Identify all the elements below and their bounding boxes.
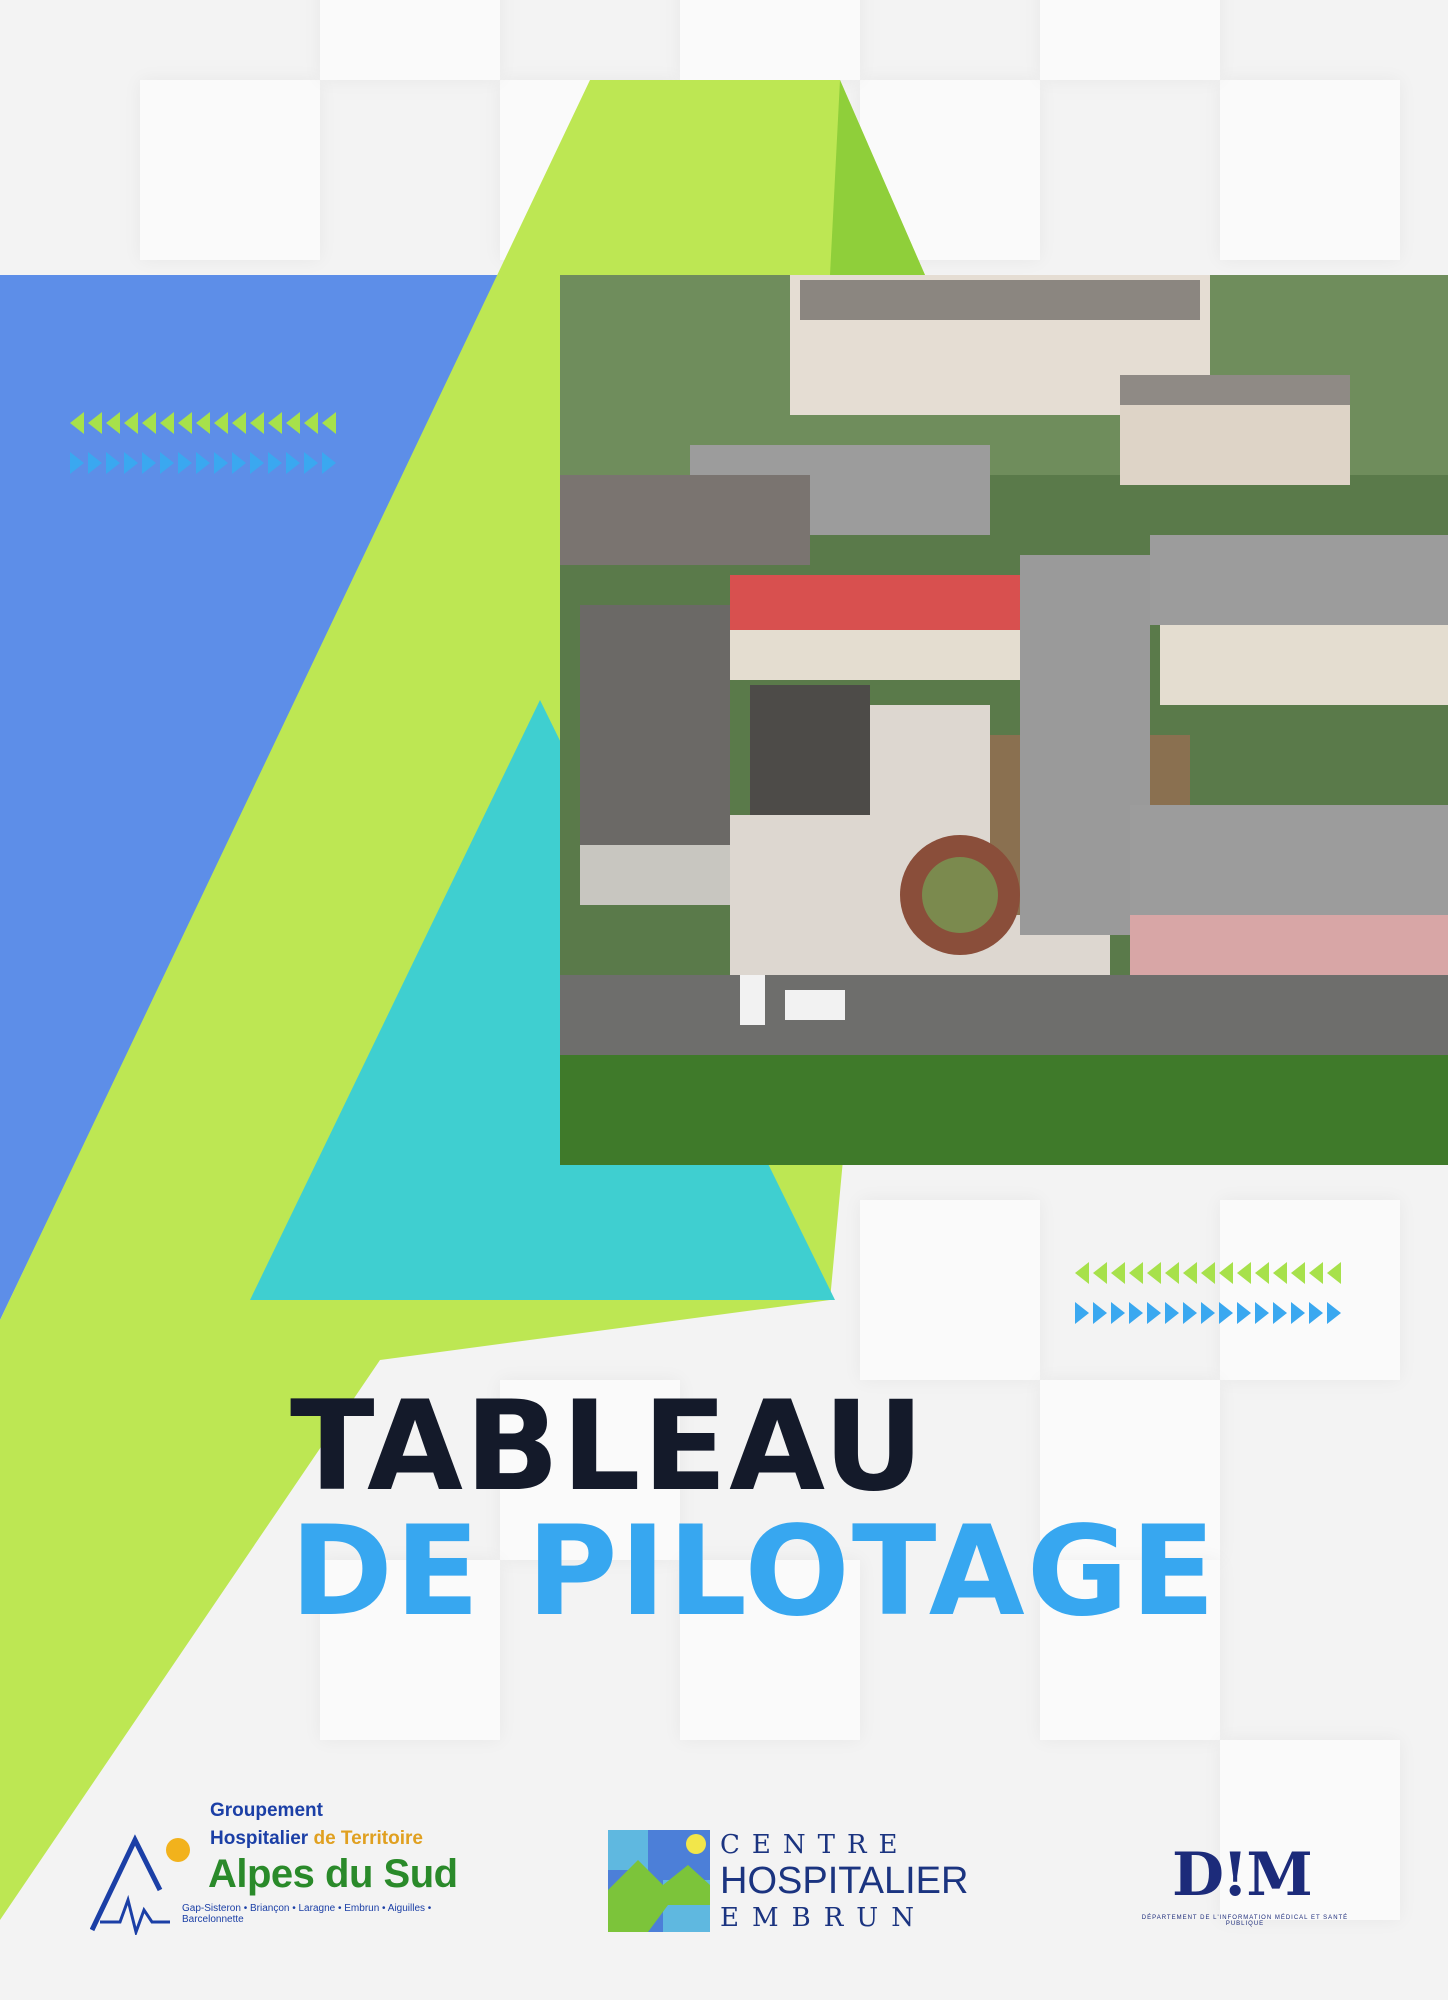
ch-embrun-emblem-icon: [608, 1830, 710, 1932]
ch-line3: EMBRUN: [720, 1903, 927, 1933]
dim-subtitle: DÉPARTEMENT DE L'INFORMATION MÉDICAL ET …: [1141, 1915, 1349, 1927]
title-line-1: TABLEAU: [290, 1375, 926, 1519]
ght-line1: Groupement: [210, 1800, 323, 1821]
dim-logo: D!M DÉPARTEMENT DE L'INFORMATION MÉDICAL…: [1130, 1840, 1360, 1930]
decorative-arrows-top: [70, 412, 340, 484]
ch-line1: CENTRE: [720, 1830, 910, 1860]
ght-line3: Alpes du Sud: [208, 1852, 458, 1896]
title-line-2: DE PILOTAGE: [290, 1500, 1218, 1644]
ght-line2: Hospitalier de Territoire: [210, 1828, 423, 1849]
ght-alpes-du-sud-logo: Groupement Hospitalier de Territoire Alp…: [90, 1800, 470, 1940]
logos-footer: Groupement Hospitalier de Territoire Alp…: [0, 1790, 1448, 1950]
dim-abbr: D!M: [1172, 1840, 1313, 1910]
ch-embrun-logo: CENTRE HOSPITALIER EMBRUN: [608, 1830, 988, 1940]
ch-line2: HOSPITALIER: [720, 1860, 969, 1902]
lime-shadow: [830, 80, 925, 275]
decorative-arrows-bottom: [1075, 1262, 1345, 1334]
hospital-aerial-photo: [560, 275, 1448, 1165]
ght-line4: Gap-Sisteron • Briançon • Laragne • Embr…: [182, 1903, 432, 1925]
